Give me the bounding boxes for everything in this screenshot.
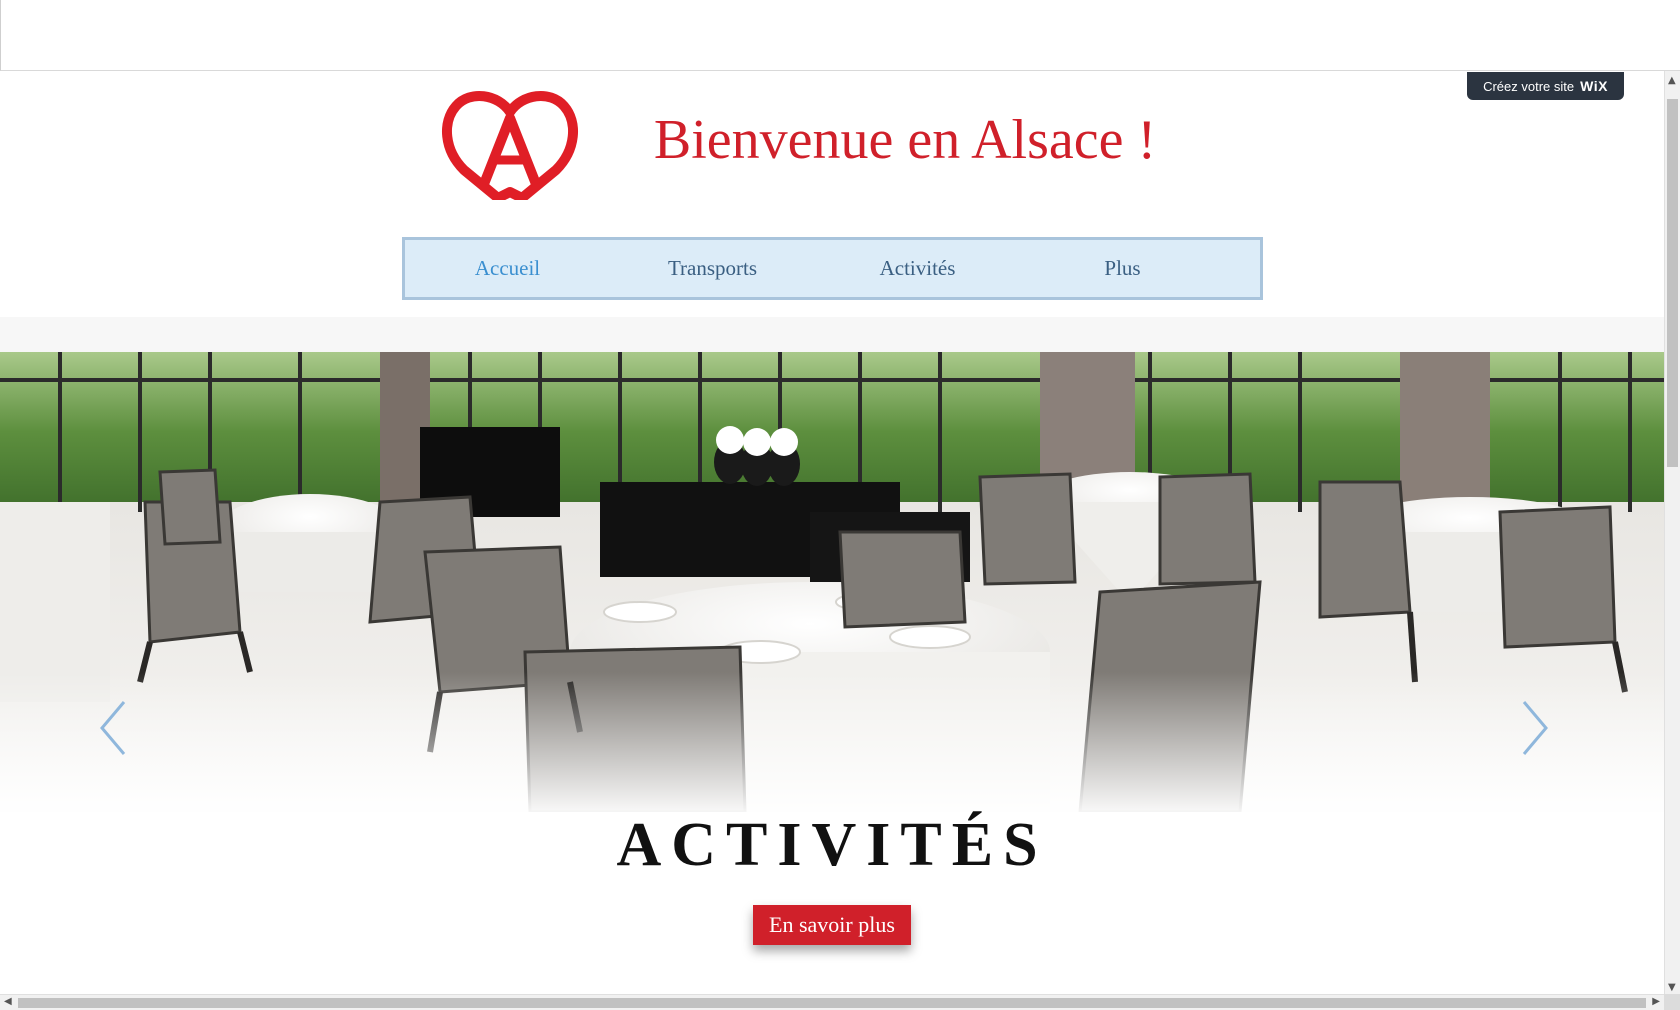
nav-item-accueil[interactable]: Accueil (405, 256, 610, 281)
alsace-logo-icon[interactable] (440, 88, 580, 203)
scrollbar-corner (1664, 994, 1680, 1010)
slideshow-next-button[interactable] (1520, 700, 1550, 756)
scroll-up-icon[interactable]: ▲ (1668, 75, 1676, 86)
slideshow-fade (0, 672, 1664, 812)
section-title-activites: ACTIVITÉS (616, 811, 1048, 879)
main-navigation: Accueil Transports Activités Plus (402, 237, 1263, 300)
horizontal-scroll-thumb[interactable] (18, 998, 1646, 1008)
chevron-right-icon (1522, 701, 1548, 755)
learn-more-button[interactable]: En savoir plus (753, 905, 911, 945)
wix-create-site-badge[interactable]: Créez votre site WiX (1467, 72, 1624, 100)
slideshow-prev-button[interactable] (98, 700, 128, 756)
wix-badge-text: Créez votre site (1483, 78, 1575, 94)
chevron-left-icon (100, 701, 126, 755)
scroll-right-icon[interactable]: ▶ (1652, 996, 1660, 1007)
slideshow-top-band (0, 317, 1664, 353)
nav-item-transports[interactable]: Transports (610, 256, 815, 281)
hero-slideshow[interactable] (0, 352, 1664, 812)
site-title: Bienvenue en Alsace ! (653, 109, 1157, 171)
nav-item-activites[interactable]: Activités (815, 256, 1020, 281)
scroll-left-icon[interactable]: ◀ (4, 996, 12, 1007)
vertical-scrollbar[interactable]: ▲ ▼ (1664, 71, 1680, 995)
vertical-scroll-thumb[interactable] (1667, 99, 1678, 467)
nav-item-plus[interactable]: Plus (1020, 256, 1225, 281)
wix-logo: WiX (1580, 78, 1608, 94)
top-bar (0, 0, 1680, 71)
horizontal-scrollbar[interactable]: ◀ ▶ (0, 994, 1664, 1010)
scroll-down-icon[interactable]: ▼ (1668, 982, 1676, 993)
